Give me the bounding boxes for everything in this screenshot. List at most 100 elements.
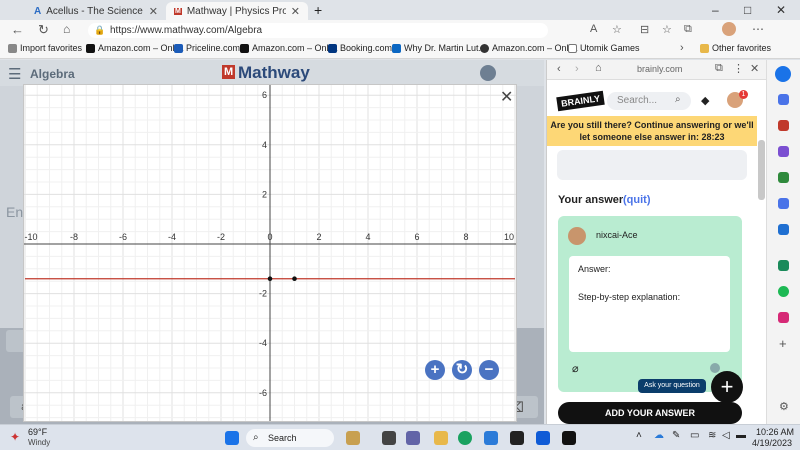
y-tick-label: -4 xyxy=(259,338,267,348)
tools-icon[interactable] xyxy=(778,146,789,157)
close-tab-icon[interactable]: ✕ xyxy=(149,5,158,18)
new-tab-button[interactable]: + xyxy=(314,2,322,18)
forward-icon[interactable]: › xyxy=(575,63,579,75)
close-window-button[interactable]: ✕ xyxy=(776,3,786,17)
mathway-page: ☰ Algebra M Mathway En abc , 0 . % = ‹ ›… xyxy=(0,60,544,424)
timer-banner: Are you still there? Continue answering … xyxy=(547,116,757,146)
y-tick-label: 2 xyxy=(262,189,267,199)
y-tick-label: 4 xyxy=(262,140,267,150)
pen-icon[interactable]: ✎ xyxy=(672,430,680,441)
back-arrow-icon[interactable]: ← xyxy=(11,22,24,37)
office-icon[interactable] xyxy=(778,198,789,209)
x-tick-label: 10 xyxy=(504,232,514,242)
widget-icon[interactable] xyxy=(346,431,360,445)
tab-acellus[interactable]: A Acellus - The Science of Learning ✕ xyxy=(26,2,166,20)
your-answer-heading: Your answer xyxy=(558,194,624,206)
brainly-panel: ‹ › ⌂ brainly.com ⧉ ⋮ ✕ BRAINLY Search..… xyxy=(546,60,766,424)
file-explorer-icon[interactable] xyxy=(434,431,448,445)
dropbox-icon[interactable] xyxy=(536,431,550,445)
zoom-in-button[interactable]: + xyxy=(425,360,445,380)
linkedin-icon xyxy=(392,43,401,53)
games-icon[interactable] xyxy=(778,172,789,183)
mathway-logo: Mathway xyxy=(238,63,310,82)
battery-icon[interactable]: ▬ xyxy=(736,430,746,441)
refresh-icon[interactable]: ↻ xyxy=(38,22,49,38)
minimize-button[interactable]: – xyxy=(712,3,719,17)
close-panel-icon[interactable]: ✕ xyxy=(750,62,759,75)
add-icon[interactable]: + xyxy=(779,336,787,351)
fav-amazon-2[interactable]: Amazon.com – Onli... xyxy=(240,43,338,53)
search-icon[interactable]: ⌕ xyxy=(675,94,681,105)
close-graph-icon[interactable]: ✕ xyxy=(500,87,513,107)
fav-amazon-1[interactable]: Amazon.com – Onli... xyxy=(86,43,184,53)
wifi-icon[interactable]: ≋ xyxy=(708,430,716,441)
add-fab-button[interactable]: + xyxy=(711,371,743,403)
shopping-icon[interactable] xyxy=(778,120,789,131)
attachment-icon[interactable]: ⌀ xyxy=(572,362,579,375)
back-icon[interactable]: ‹ xyxy=(557,63,561,75)
url-field[interactable]: 🔒 https://www.mathway.com/Algebra xyxy=(88,23,548,38)
taskview-icon[interactable] xyxy=(382,431,396,445)
hamburger-menu-icon[interactable]: ☰ xyxy=(8,65,21,83)
spotify-icon[interactable] xyxy=(778,286,789,297)
edge-icon[interactable] xyxy=(458,431,472,445)
chevron-up-icon[interactable]: ˄ xyxy=(636,430,642,441)
open-tab-icon[interactable]: ⧉ xyxy=(715,62,723,75)
x-tick-label: 8 xyxy=(463,232,468,242)
temperature[interactable]: 69°F xyxy=(28,427,47,437)
favorites-bar: Import favorites Amazon.com – Onli... Pr… xyxy=(0,40,800,59)
section-title: Algebra xyxy=(30,67,75,81)
ask-question-button[interactable]: Ask your question xyxy=(638,379,706,393)
zoom-out-button[interactable]: − xyxy=(479,360,499,380)
add-answer-button[interactable]: ADD YOUR ANSWER xyxy=(558,402,742,424)
answer-editor[interactable]: Answer: Step-by-step explanation: xyxy=(569,256,730,352)
bing-icon[interactable] xyxy=(775,66,791,82)
profile-avatar[interactable] xyxy=(722,22,736,36)
teams-icon[interactable] xyxy=(406,431,420,445)
fav-amazon-3[interactable]: Amazon.com – Onli... xyxy=(480,43,578,53)
tab-mathway[interactable]: M Mathway | Physics Problem Solver ✕ xyxy=(166,2,308,20)
volume-icon[interactable]: ◁ xyxy=(722,430,730,441)
close-tab-icon[interactable]: ✕ xyxy=(291,5,300,18)
user-icon[interactable] xyxy=(480,65,496,81)
cloud-icon[interactable]: ☁ xyxy=(654,430,664,441)
mathway-logo-badge: M xyxy=(222,65,236,79)
fav-priceline[interactable]: Priceline.com xyxy=(174,43,240,53)
clock-date: 4/19/2023 xyxy=(752,438,793,448)
favorites-icon[interactable]: ☆ xyxy=(662,23,672,36)
fav-booking[interactable]: Booking.com xyxy=(328,43,392,53)
split-screen-icon[interactable]: ⊟ xyxy=(640,23,649,36)
home-icon[interactable]: ⌂ xyxy=(595,62,602,74)
read-aloud-icon[interactable]: A xyxy=(590,23,597,35)
more-icon[interactable]: ⋮ xyxy=(733,62,744,75)
quit-link[interactable]: (quit) xyxy=(623,194,650,206)
help-icon[interactable] xyxy=(710,363,720,373)
display-icon[interactable]: ▭ xyxy=(690,430,699,441)
taskbar-search[interactable]: ⌕ Search xyxy=(246,429,334,447)
reset-view-button[interactable]: ↻ xyxy=(452,360,472,380)
fav-linkedin[interactable]: Why Dr. Martin Lut... xyxy=(392,43,486,53)
fav-utomik[interactable]: Utomik Games xyxy=(568,43,640,53)
clock-time[interactable]: 10:26 AM xyxy=(756,427,794,437)
maximize-button[interactable]: □ xyxy=(744,3,751,17)
more-icon[interactable]: ⋯ xyxy=(752,22,764,36)
outlook-icon[interactable] xyxy=(778,224,789,235)
app-icon[interactable] xyxy=(562,431,576,445)
scrollbar-thumb[interactable] xyxy=(758,140,765,200)
start-icon[interactable] xyxy=(225,431,239,445)
fav-import[interactable]: Import favorites xyxy=(8,43,82,53)
diamond-icon[interactable]: ◆ xyxy=(701,94,709,107)
settings-icon[interactable]: ⚙ xyxy=(779,400,789,413)
favorite-star-icon[interactable]: ☆ xyxy=(612,23,622,36)
chevron-right-icon[interactable]: › xyxy=(680,42,684,54)
tree-icon[interactable] xyxy=(778,260,789,271)
instagram-icon[interactable] xyxy=(778,312,789,323)
fav-other[interactable]: Other favorites xyxy=(700,43,771,53)
brainly-logo: BRAINLY xyxy=(556,90,605,112)
collections-icon[interactable]: ⧉ xyxy=(684,23,692,36)
search-icon[interactable] xyxy=(778,94,789,105)
avatar xyxy=(568,227,586,245)
home-icon[interactable]: ⌂ xyxy=(63,22,70,36)
amazon-icon[interactable] xyxy=(510,431,524,445)
store-icon[interactable] xyxy=(484,431,498,445)
